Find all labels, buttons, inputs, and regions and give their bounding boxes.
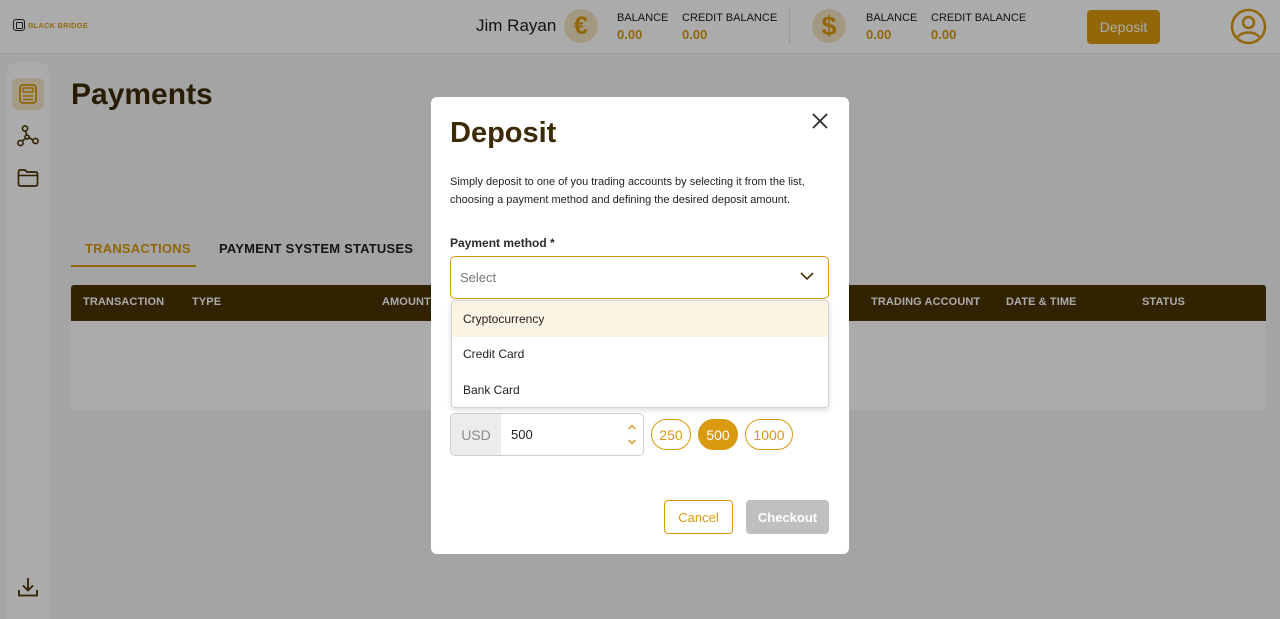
close-button[interactable]: [809, 110, 831, 132]
preset-1000-button[interactable]: 1000: [745, 419, 793, 450]
amount-input-group: USD 500: [450, 413, 644, 456]
modal-description: Simply deposit to one of you trading acc…: [450, 176, 805, 206]
option-cryptocurrency[interactable]: Cryptocurrency: [452, 301, 828, 337]
payment-method-dropdown: Cryptocurrency Credit Card Bank Card: [451, 300, 829, 408]
preset-500-button[interactable]: 500: [698, 419, 738, 450]
option-credit-card[interactable]: Credit Card: [452, 337, 828, 373]
amount-stepper-icon[interactable]: [627, 421, 637, 449]
preset-250-button[interactable]: 250: [651, 419, 691, 450]
checkout-button[interactable]: Checkout: [746, 500, 829, 534]
payment-method-label: Payment method *: [450, 236, 555, 250]
chevron-down-icon: [800, 272, 814, 281]
amount-input[interactable]: 500: [511, 427, 533, 442]
modal-title: Deposit: [450, 117, 557, 149]
payment-method-select[interactable]: Select: [450, 256, 829, 299]
option-bank-card[interactable]: Bank Card: [452, 372, 828, 407]
close-icon: [812, 113, 828, 129]
select-placeholder: Select: [460, 270, 497, 285]
deposit-modal: Deposit Simply deposit to one of you tra…: [431, 97, 849, 554]
cancel-button[interactable]: Cancel: [664, 500, 733, 534]
amount-currency: USD: [451, 414, 501, 455]
